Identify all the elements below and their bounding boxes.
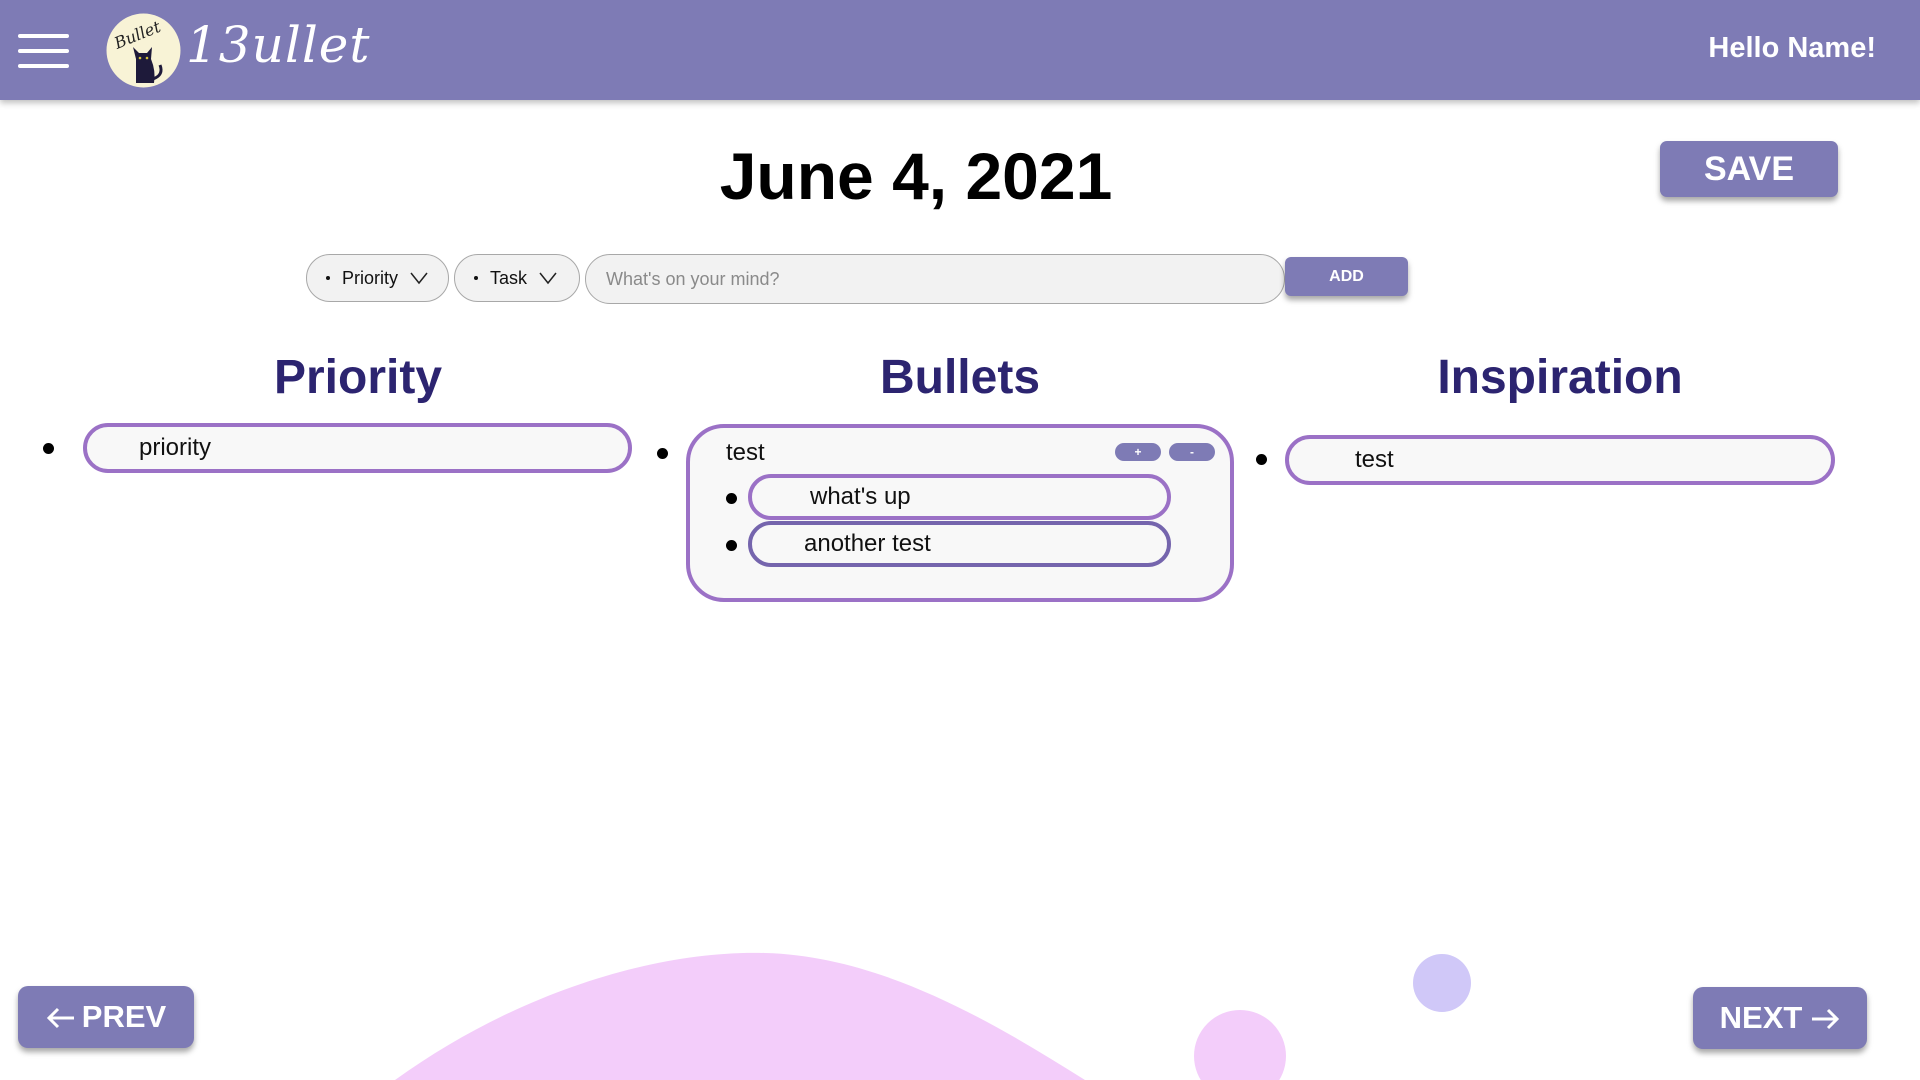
sub-bullet-text: another test <box>804 530 931 557</box>
page-title-date: June 4, 2021 <box>719 139 1113 213</box>
inspiration-entry[interactable]: test <box>1285 435 1835 485</box>
bullets-column-title: Bullets <box>879 351 1041 404</box>
app-wordmark: 13ullet <box>186 16 371 74</box>
chevron-down-icon <box>410 272 428 285</box>
remove-sub-bullet-button[interactable]: - <box>1169 443 1215 461</box>
bullet-dot-icon <box>726 540 737 551</box>
arrow-right-icon <box>1812 1008 1840 1030</box>
sub-bullet-text: what's up <box>810 483 911 510</box>
prev-button[interactable]: PREV <box>18 986 194 1048</box>
priority-select-label: Priority <box>342 267 399 288</box>
top-bar: Bullet 13ullet Hello Name! <box>0 0 1920 100</box>
arrow-left-icon <box>46 1007 74 1029</box>
save-button[interactable]: SAVE <box>1660 141 1838 197</box>
bullet-dot-icon <box>43 443 54 454</box>
add-button[interactable]: ADD <box>1285 257 1408 296</box>
bullet-dot-icon <box>326 276 330 280</box>
inspiration-entry-text: test <box>1355 446 1394 473</box>
chevron-down-icon <box>539 272 557 285</box>
priority-select[interactable]: Priority <box>306 254 449 302</box>
next-button[interactable]: NEXT <box>1693 987 1867 1049</box>
task-select[interactable]: Task <box>454 254 580 302</box>
decorative-blob <box>395 952 1471 1080</box>
user-greeting: Hello Name! <box>1708 32 1876 64</box>
sub-bullet-entry[interactable]: another test <box>748 521 1171 567</box>
bullet-dot-icon <box>726 493 737 504</box>
task-select-label: Task <box>490 267 528 288</box>
bullet-group-label: test <box>726 439 765 466</box>
inspiration-column-title: Inspiration <box>1437 351 1683 404</box>
prev-label: PREV <box>81 999 167 1034</box>
next-label: NEXT <box>1719 1000 1803 1035</box>
bullet-dot-icon <box>474 276 478 280</box>
bullet-dot-icon <box>1256 454 1267 465</box>
priority-entry-text: priority <box>139 434 212 461</box>
hamburger-menu-icon[interactable] <box>18 34 69 68</box>
sub-bullet-entry[interactable]: what's up <box>748 474 1171 520</box>
cat-logo-icon[interactable]: Bullet <box>106 13 181 88</box>
priority-column-title: Priority <box>273 351 443 404</box>
add-sub-bullet-button[interactable]: + <box>1115 443 1161 461</box>
priority-entry[interactable]: priority <box>83 423 632 473</box>
bullet-dot-icon <box>657 448 668 459</box>
thought-input[interactable] <box>585 254 1285 304</box>
